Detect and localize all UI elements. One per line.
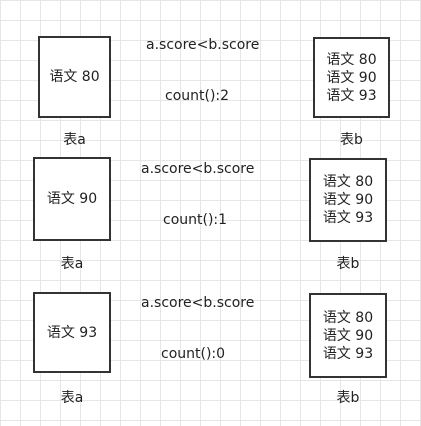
join-condition: a.score<b.score (146, 37, 260, 53)
count-result: count():2 (165, 88, 230, 104)
table-b-box-1: 语文 80 语文 90 语文 93 (313, 37, 390, 118)
table-b-value: 语文 93 (322, 210, 374, 226)
table-a-label: 表a (63, 132, 86, 148)
table-b-label: 表b (336, 256, 360, 272)
table-b-value: 语文 93 (322, 345, 374, 362)
table-b-value: 语文 80 (326, 51, 377, 68)
table-a-value: 语文 90 (46, 191, 98, 207)
join-condition: a.score<b.score (141, 295, 255, 311)
table-b-value: 语文 80 (322, 309, 374, 326)
table-a-box-2: 语文 90 (33, 157, 111, 241)
table-b-value: 语文 90 (322, 327, 374, 344)
table-b-box-2: 语文 80 语文 90 语文 93 (309, 158, 387, 242)
count-result: count():0 (161, 346, 226, 362)
join-condition: a.score<b.score (141, 161, 255, 177)
table-b-value: 语文 93 (326, 87, 377, 104)
table-b-box-3: 语文 80 语文 90 语文 93 (309, 293, 387, 378)
table-a-box-1: 语文 80 (38, 36, 111, 118)
table-a-label: 表a (60, 256, 84, 272)
count-result: count():1 (163, 212, 228, 228)
table-b-label: 表b (336, 390, 360, 406)
table-b-value: 语文 90 (322, 192, 374, 208)
table-a-label: 表a (60, 390, 84, 406)
table-b-value: 语文 90 (326, 69, 377, 86)
table-a-value: 语文 80 (49, 69, 100, 85)
table-a-box-3: 语文 93 (33, 292, 111, 373)
table-b-label: 表b (340, 132, 363, 148)
table-b-value: 语文 80 (322, 174, 374, 190)
table-a-value: 语文 93 (46, 324, 98, 341)
